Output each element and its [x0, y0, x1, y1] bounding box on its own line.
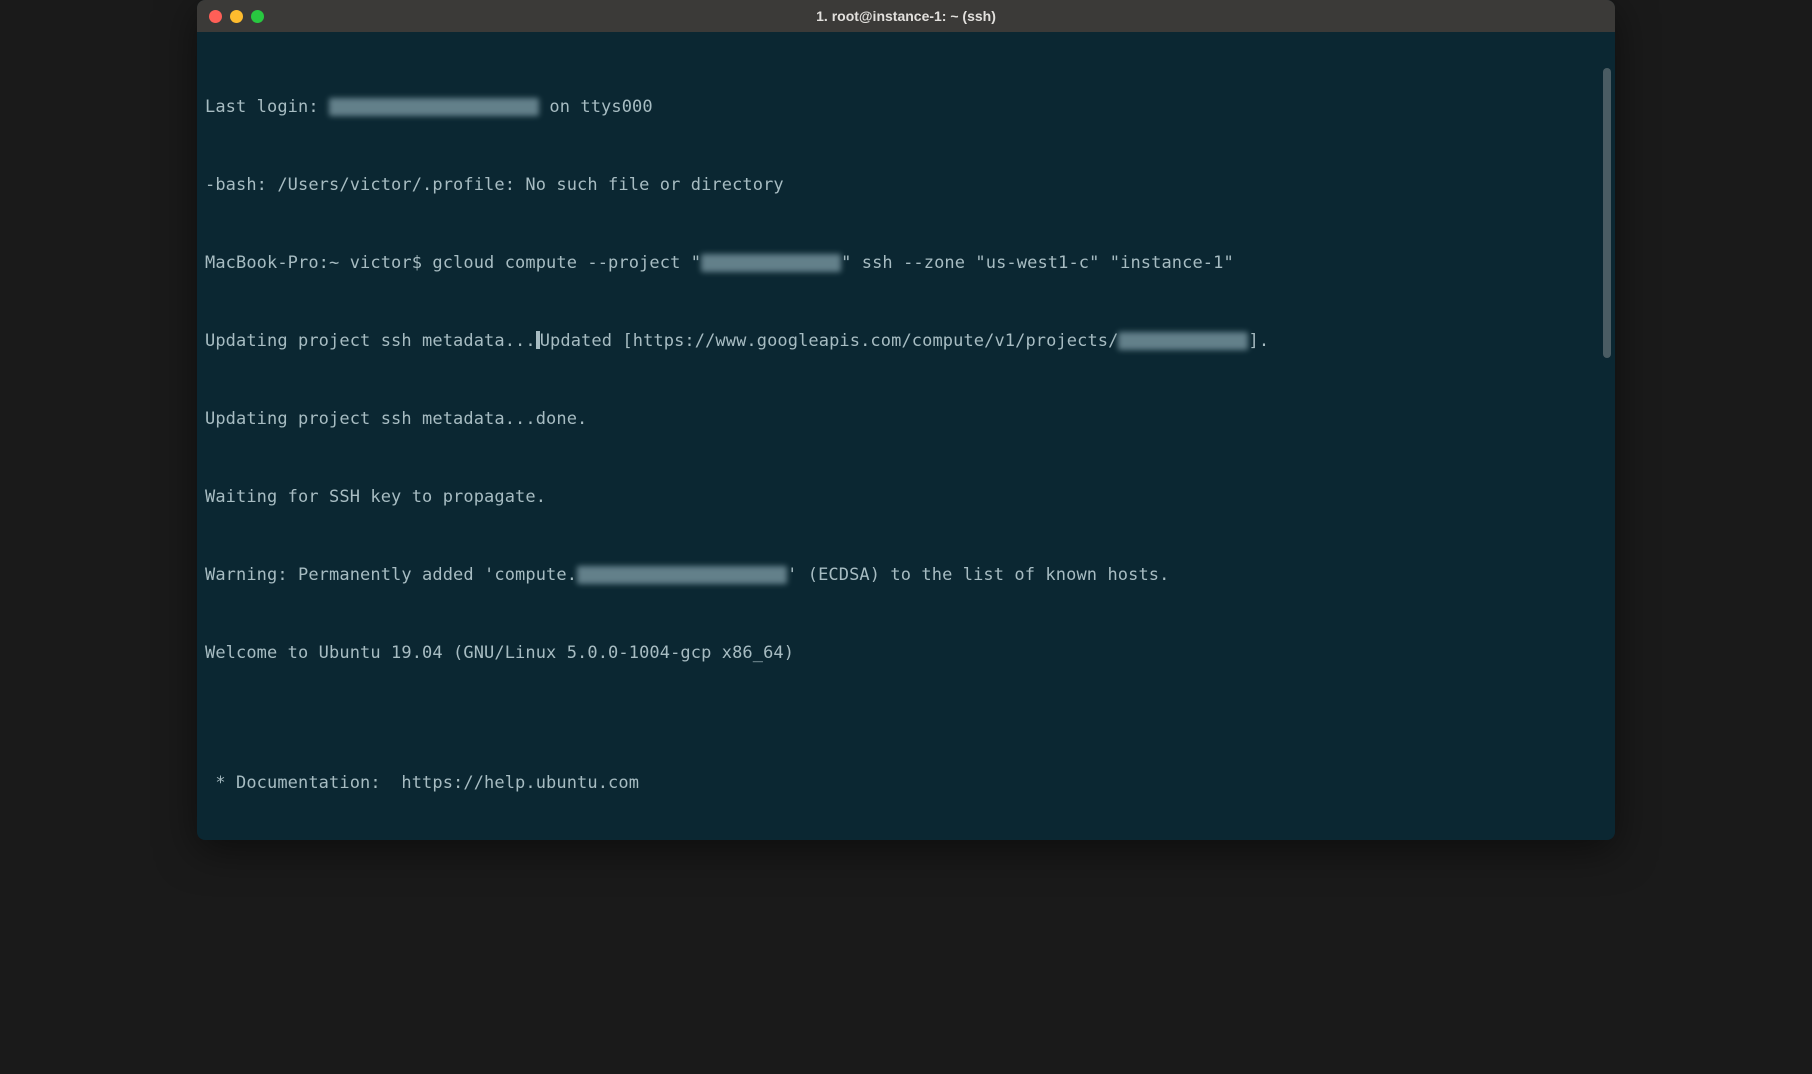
terminal-line: -bash: /Users/victor/.profile: No such f…	[205, 172, 1607, 198]
terminal-line: * Documentation: https://help.ubuntu.com	[205, 770, 1607, 796]
window-title: 1. root@instance-1: ~ (ssh)	[197, 8, 1615, 24]
terminal-window: 1. root@instance-1: ~ (ssh) Last login: …	[197, 0, 1615, 840]
terminal-line: Warning: Permanently added 'compute. ' (E…	[205, 562, 1607, 588]
text: Warning: Permanently added 'compute.	[205, 565, 577, 585]
scrollbar[interactable]	[1603, 68, 1611, 358]
terminal-line: Waiting for SSH key to propagate.	[205, 484, 1607, 510]
terminal-viewport[interactable]: Last login: on ttys000 -bash: /Users/vic…	[197, 32, 1615, 840]
text: Last login:	[205, 97, 329, 117]
redacted-text	[1118, 332, 1248, 350]
terminal-output[interactable]: Last login: on ttys000 -bash: /Users/vic…	[197, 32, 1615, 840]
text: ' (ECDSA) to the list of known hosts.	[787, 565, 1169, 585]
text: " ssh --zone "us-west1-c" "instance-1"	[841, 253, 1234, 273]
traffic-lights	[197, 10, 264, 23]
redacted-text	[701, 254, 841, 272]
text: on ttys000	[539, 97, 653, 117]
terminal-line: MacBook-Pro:~ victor$ gcloud compute --p…	[205, 250, 1607, 276]
titlebar[interactable]: 1. root@instance-1: ~ (ssh)	[197, 0, 1615, 32]
text: ].	[1248, 331, 1269, 351]
redacted-text	[329, 98, 539, 116]
text: Updated [https://www.googleapis.com/comp…	[540, 331, 1119, 351]
terminal-line: Last login: on ttys000	[205, 94, 1607, 120]
redacted-text	[577, 566, 787, 584]
terminal-line: Welcome to Ubuntu 19.04 (GNU/Linux 5.0.0…	[205, 640, 1607, 666]
close-icon[interactable]	[209, 10, 222, 23]
terminal-line: Updating project ssh metadata...Updated …	[205, 328, 1607, 354]
minimize-icon[interactable]	[230, 10, 243, 23]
maximize-icon[interactable]	[251, 10, 264, 23]
terminal-line: Updating project ssh metadata...done.	[205, 406, 1607, 432]
text: Updating project ssh metadata...	[205, 331, 536, 351]
text: MacBook-Pro:~ victor$ gcloud compute --p…	[205, 253, 701, 273]
cursor-icon	[536, 331, 540, 349]
